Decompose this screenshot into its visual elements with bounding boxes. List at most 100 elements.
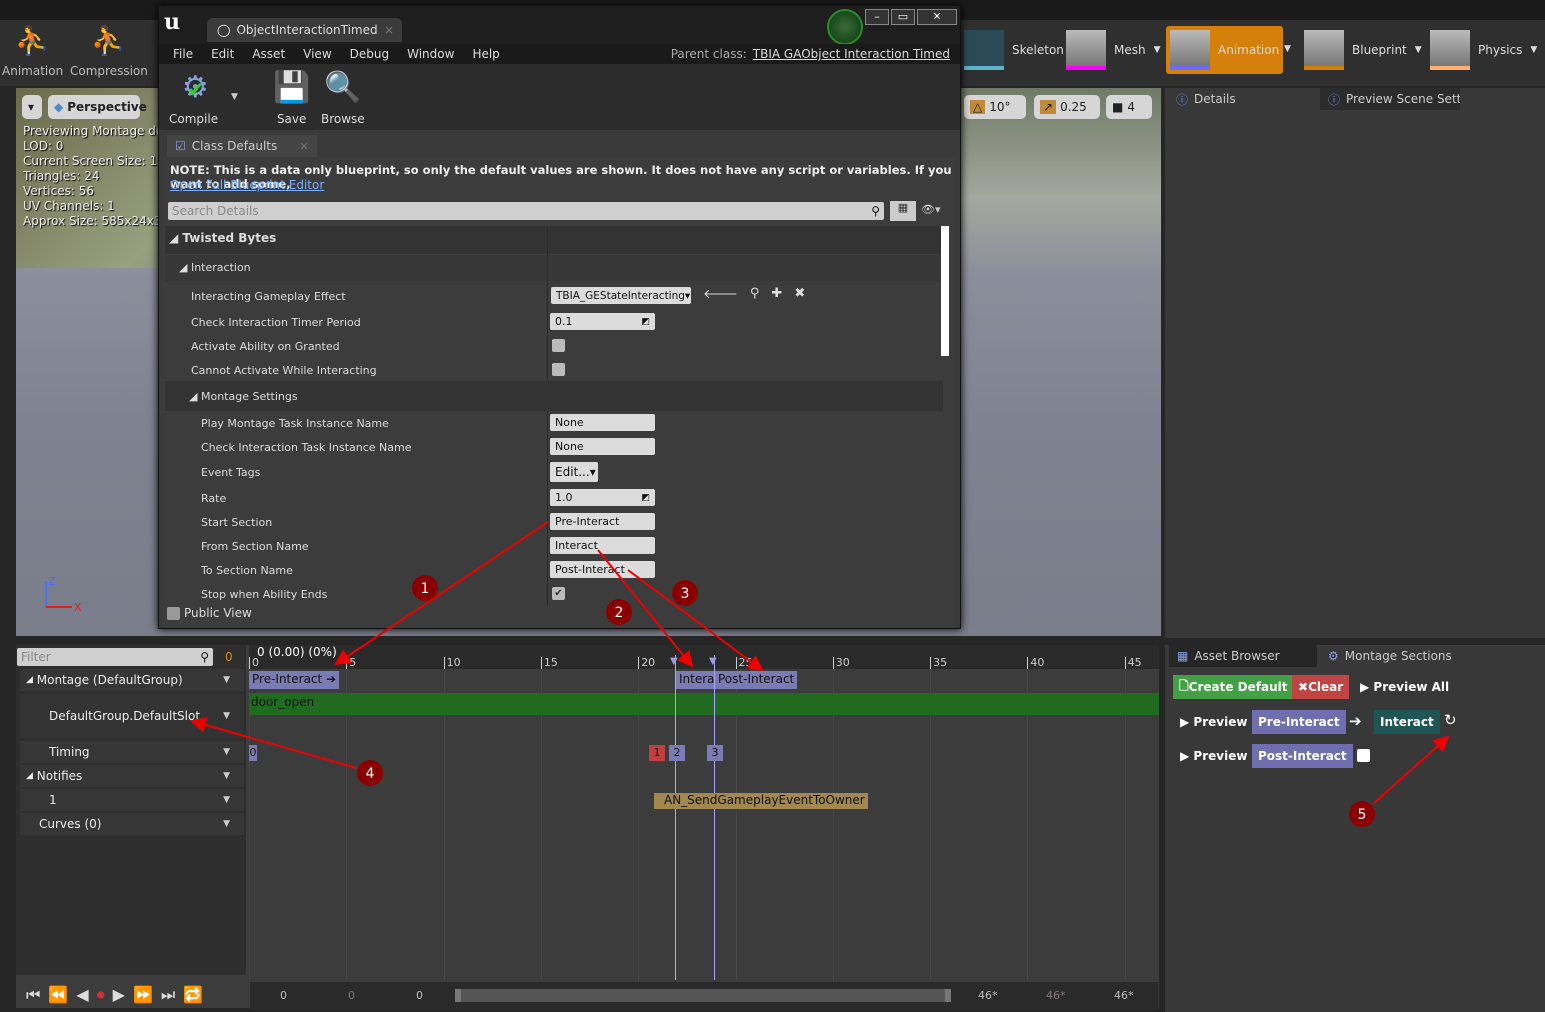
add-icon[interactable]: ✚ (771, 286, 782, 302)
use-selected-arrow-icon[interactable]: 🡐 (703, 286, 738, 302)
track-notify-1[interactable]: 1 ▼ (20, 789, 244, 811)
save-button[interactable]: 💾 Save (273, 70, 310, 126)
details-scrollbar[interactable] (941, 226, 949, 356)
gameplay-effect-select[interactable]: TBIA_GEStateInteracting ▾ (551, 287, 691, 304)
compile-options-dropdown[interactable]: ▼ (231, 92, 238, 102)
close-tab-icon[interactable]: × (384, 23, 394, 37)
skip-to-end-icon[interactable]: ⏭ (161, 985, 175, 1005)
tab-object-interaction-timed[interactable]: ◯ ObjectInteractionTimed × (207, 18, 402, 42)
mode-animation[interactable]: Animation (1166, 26, 1284, 74)
viewport-options-button[interactable]: ▾ (22, 95, 42, 119)
from-section-input[interactable]: Interact (550, 537, 655, 554)
activate-on-granted-checkbox[interactable] (552, 339, 565, 352)
menu-edit[interactable]: Edit (211, 47, 234, 61)
menu-view[interactable]: View (303, 47, 331, 61)
track-notifies[interactable]: ◢ Notifies ▼ (20, 765, 244, 787)
open-full-blueprint-editor-link[interactable]: Open Full Blueprint Editor (170, 178, 324, 192)
preview-row2-button[interactable]: ▶ Preview (1174, 744, 1253, 768)
category-interaction[interactable]: ◢ Interaction (179, 261, 251, 274)
tab-class-defaults[interactable]: ☑ Class Defaults × (167, 135, 317, 157)
mode-mesh[interactable]: Mesh ▼ (1062, 28, 1165, 72)
range-start[interactable]: 0 (280, 989, 287, 1002)
menu-asset[interactable]: Asset (252, 47, 285, 61)
category-montage-settings[interactable]: ◢ Montage Settings (189, 390, 298, 403)
time-ruler[interactable] (249, 645, 1159, 669)
scale-snap[interactable]: ↗ 0.25 (1034, 95, 1100, 119)
range-view-start[interactable]: 0 (348, 989, 355, 1002)
compile-button[interactable]: ⚙✔ Compile (169, 70, 218, 126)
tab-asset-browser[interactable]: ▦ Asset Browser (1169, 645, 1317, 667)
range-play-end[interactable]: 46* (978, 989, 998, 1002)
track-montage[interactable]: ◢ Montage (DefaultGroup) ▼ (20, 669, 244, 691)
range-view-end[interactable]: 46* (1046, 989, 1066, 1002)
start-section-input[interactable]: Pre-Interact (550, 513, 655, 530)
play-icon[interactable]: ▶ (113, 985, 125, 1005)
slot-animation-door-open[interactable]: door_open (249, 693, 1159, 715)
tab-preview-scene-settings[interactable]: ⓘPreview Scene Settings (1320, 88, 1460, 110)
browse-icon[interactable]: ⚲ (750, 286, 760, 302)
range-end[interactable]: 46* (1114, 989, 1134, 1002)
play-montage-task-name-input[interactable]: None (550, 414, 655, 431)
menu-help[interactable]: Help (472, 47, 499, 61)
menu-debug[interactable]: Debug (350, 47, 389, 61)
property-matrix-button[interactable]: ▦ (890, 201, 916, 221)
timeline-scrollbar[interactable] (455, 989, 951, 1002)
section-interact[interactable]: Interact (676, 671, 716, 689)
stop-when-ability-ends-checkbox[interactable]: ✔ (552, 587, 565, 600)
animation-tool-button[interactable]: ⛹ Animation (2, 24, 63, 78)
view-options-button[interactable]: 👁▾ (921, 203, 941, 216)
timing-marker-1[interactable]: 1 (649, 745, 665, 761)
animation-dropdown[interactable]: ▼ (1284, 44, 1291, 54)
track-timing[interactable]: Timing ▼ (20, 741, 244, 763)
minimize-button[interactable]: – (865, 9, 889, 25)
source-control-icon[interactable] (827, 9, 863, 45)
create-default-button[interactable]: 🗋 Create Default (1173, 675, 1294, 699)
tab-montage-sections[interactable]: ⚙ Montage Sections (1320, 645, 1468, 667)
skip-to-start-icon[interactable]: ⏮ (26, 985, 40, 1005)
public-view-toggle[interactable]: Public View (167, 606, 252, 620)
search-details-input[interactable]: Search Details ⚲ (168, 202, 884, 220)
preview-all-button[interactable]: ▶ Preview All (1354, 675, 1455, 699)
to-section-input[interactable]: Post-Interact (550, 561, 655, 578)
tab-details[interactable]: ⓘ Details (1168, 88, 1316, 110)
camera-speed[interactable]: ■ 4 (1106, 95, 1152, 119)
angle-snap[interactable]: △ 10° (964, 95, 1026, 119)
step-forward-icon[interactable]: ⏩ (133, 985, 153, 1005)
notify-send-gameplay-event[interactable]: AN_SendGameplayEventToOwner (654, 793, 868, 809)
section-marker-icon[interactable]: ▼ (670, 656, 678, 667)
section-marker-icon[interactable]: ▼ (709, 656, 717, 667)
section-chip-pre-interact[interactable]: Pre-Interact (1252, 710, 1346, 734)
category-twisted-bytes[interactable]: ◢ Twisted Bytes (169, 231, 276, 245)
mode-skeleton[interactable]: Skeleton (960, 28, 1068, 72)
browse-button[interactable]: 🔍 Browse (321, 70, 365, 126)
section-link-checkbox[interactable] (1357, 749, 1370, 762)
range-play-start[interactable]: 0 (416, 989, 423, 1002)
perspective-button[interactable]: ◆ Perspective (48, 95, 147, 119)
clear-icon[interactable]: ✖ (794, 286, 805, 302)
mode-physics[interactable]: Physics ▼ (1426, 28, 1541, 72)
clear-button[interactable]: ✖ Clear (1292, 675, 1350, 699)
record-icon[interactable]: ⏺ (97, 985, 105, 1005)
section-post-interact[interactable]: Post-Interact (715, 671, 798, 689)
step-back-icon[interactable]: ⏪ (48, 985, 68, 1005)
compression-tool-button[interactable]: ⛹ Compression (70, 24, 148, 78)
track-curves[interactable]: Curves (0) ▼ (20, 813, 244, 835)
section-chip-interact[interactable]: Interact (1374, 710, 1440, 734)
loop-section-icon[interactable]: ↻ (1444, 711, 1457, 729)
section-pre-interact[interactable]: Pre-Interact ➔ (249, 671, 340, 689)
loop-icon[interactable]: 🔁 (183, 985, 203, 1005)
check-interaction-task-name-input[interactable]: None (550, 438, 655, 455)
close-tab-icon[interactable]: × (299, 139, 309, 153)
timer-period-input[interactable]: 0.1 ◩ (550, 313, 655, 330)
event-tags-edit-button[interactable]: Edit... ▾ (550, 462, 598, 482)
play-reverse-icon[interactable]: ◀ (76, 985, 88, 1005)
mode-blueprint[interactable]: Blueprint ▼ (1300, 28, 1426, 72)
close-window-button[interactable]: ✕ (917, 9, 957, 25)
timing-marker-3[interactable]: 3 (707, 745, 723, 761)
menu-file[interactable]: File (173, 47, 193, 61)
timing-marker-2[interactable]: 2 (669, 745, 685, 761)
parent-class-link[interactable]: TBIA GAObject Interaction Timed (753, 47, 950, 61)
preview-row1-button[interactable]: ▶ Preview (1174, 710, 1253, 734)
timeline-filter-input[interactable]: Filter ⚲ (17, 648, 213, 666)
section-chip-post-interact[interactable]: Post-Interact (1252, 744, 1353, 768)
